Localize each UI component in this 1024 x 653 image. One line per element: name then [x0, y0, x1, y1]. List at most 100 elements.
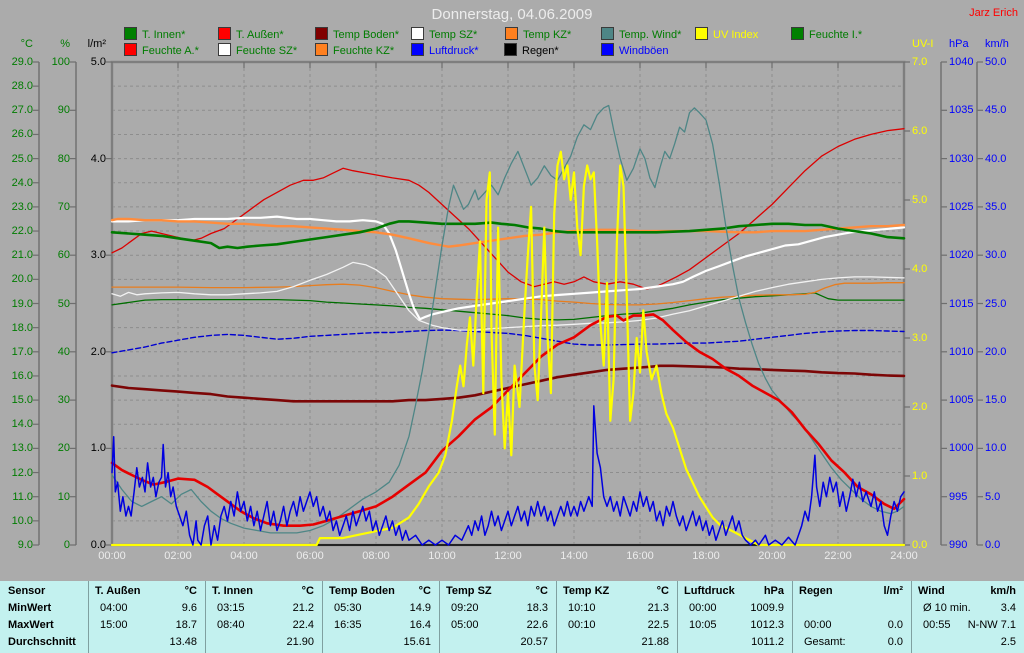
axis-tick-label-percent: 70: [57, 200, 70, 213]
table-col-unit: l/m²: [883, 585, 903, 597]
axis-tick-label-celsius: 27.0: [11, 104, 33, 117]
axis-tick-label-celsius: 20.0: [11, 273, 33, 286]
x-tick-label: 00:00: [98, 550, 126, 562]
axis-tick-label-hpa: 990: [949, 539, 968, 551]
axis-tick-label-percent: 80: [57, 152, 70, 165]
table-cell-value: 3.4: [1000, 602, 1016, 614]
x-tick-label: 20:00: [758, 550, 786, 562]
axis-tick-label-lm2: 3.0: [90, 249, 106, 262]
axis-tick-label-lm2: 1.0: [90, 442, 106, 455]
table-cell-value: 21.3: [647, 602, 669, 614]
axis-tick-label-celsius: 22.0: [11, 225, 33, 238]
axis-tick-label-hpa: 1015: [949, 297, 974, 310]
axis-tick-label-celsius: 14.0: [11, 418, 33, 431]
axis-tick-label-celsius: 12.0: [11, 466, 33, 479]
axis-tick-label-uv: 6.0: [912, 125, 928, 137]
axis-header-percent: %: [60, 38, 70, 50]
table-col-unit: km/h: [990, 585, 1016, 597]
axis-tick-label-celsius: 13.0: [11, 442, 33, 455]
axis-tick-label-uv: 3.0: [912, 332, 928, 344]
chart-plot: [33, 60, 983, 547]
axis-tick-label-celsius: 15.0: [11, 394, 33, 407]
table-col-unit: °C: [301, 585, 314, 597]
axis-tick-label-kmh: 0.0: [985, 539, 1001, 551]
axis-tick-label-hpa: 1010: [949, 345, 974, 358]
axis-tick-label-celsius: 21.0: [11, 249, 33, 262]
series-temp_wind: [111, 104, 905, 534]
table-cell-value: 2.5: [1000, 636, 1016, 648]
axis-tick-label-kmh: 45.0: [985, 104, 1007, 117]
axis-tick-label-hpa: 1040: [949, 56, 974, 68]
table-cell-value: 21.88: [641, 636, 669, 648]
table-cell-value: 22.6: [526, 619, 548, 631]
axis-tick-label-uv: 1.0: [912, 470, 928, 482]
axis-tick-label-kmh: 10.0: [985, 442, 1007, 455]
table-cell-value: 22.5: [647, 619, 669, 631]
axis-tick-label-celsius: 25.0: [11, 152, 33, 165]
axis-tick-label-celsius: 23.0: [11, 200, 33, 213]
table-cell-value: 18.3: [526, 602, 548, 614]
axis-tick-label-hpa: 1005: [949, 394, 974, 407]
table-cell-value: 18.7: [175, 619, 197, 631]
table-cell-value: 14.9: [409, 602, 431, 614]
axis-tick-label-hpa: 1020: [949, 249, 974, 262]
x-tick-label: 12:00: [494, 550, 522, 562]
axis-tick-label-hpa: 1025: [949, 200, 974, 213]
table-cell-value: 21.2: [292, 602, 314, 614]
axis-tick-label-percent: 40: [57, 345, 70, 358]
axis-header-celsius: °C: [20, 38, 33, 50]
axis-tick-label-percent: 60: [57, 249, 70, 262]
x-tick-label: 04:00: [230, 550, 258, 562]
axis-tick-label-celsius: 11.0: [12, 490, 33, 503]
axis-tick-label-kmh: 20.0: [985, 345, 1007, 358]
table-cell-value: 0.0: [887, 619, 903, 631]
x-tick-label: 16:00: [626, 550, 654, 562]
axis-tick-label-kmh: 25.0: [985, 297, 1007, 310]
axis-header-kmh: km/h: [985, 38, 1009, 50]
axis-tick-label-lm2: 4.0: [90, 152, 106, 165]
axis-tick-label-celsius: 29.0: [11, 56, 33, 68]
axis-header-uv: UV-I: [912, 38, 934, 50]
table-cell-value: 21.90: [286, 636, 314, 648]
table-col-unit: °C: [184, 585, 197, 597]
axis-tick-label-celsius: 9.0: [17, 539, 33, 551]
series-uv_index: [110, 150, 906, 547]
table-cell-value: 15.61: [403, 636, 431, 648]
table-cell-value: 13.48: [169, 636, 197, 648]
axis-tick-label-celsius: 19.0: [11, 297, 33, 310]
axis-tick-label-uv: 7.0: [912, 56, 928, 68]
x-tick-label: 10:00: [428, 550, 456, 562]
table-row-label: Durchschnitt: [8, 636, 76, 648]
axis-tick-label-celsius: 26.0: [11, 128, 33, 141]
axis-tick-label-uv: 5.0: [912, 194, 928, 206]
table-cell-value: 9.6: [181, 602, 197, 614]
axis-tick-label-uv: 2.0: [912, 401, 928, 413]
axis-tick-label-lm2: 2.0: [90, 345, 106, 358]
axis-tick-label-hpa: 1000: [949, 442, 974, 455]
x-tick-label: 06:00: [296, 550, 324, 562]
axis-tick-label-percent: 10: [57, 490, 70, 503]
table-cell-value: 22.4: [292, 619, 314, 631]
axis-tick-label-percent: 30: [57, 394, 70, 407]
axis-tick-label-kmh: 30.0: [985, 249, 1007, 262]
table-row-label: MaxWert: [8, 619, 54, 631]
table-cell-value: 1011.2: [751, 636, 784, 648]
x-tick-label: 24:00: [890, 550, 918, 562]
axis-tick-label-celsius: 17.0: [11, 345, 33, 358]
table-col-unit: °C: [418, 585, 431, 597]
axis-tick-label-kmh: 15.0: [985, 394, 1007, 407]
axis-tick-label-kmh: 40.0: [985, 152, 1007, 165]
axis-header-hpa: hPa: [949, 38, 969, 50]
axis-tick-label-percent: 50: [57, 297, 70, 310]
axis-tick-label-kmh: 5.0: [985, 490, 1001, 503]
axis-tick-label-celsius: 16.0: [11, 369, 33, 382]
table-cell-value: 1012.3: [750, 619, 784, 631]
x-tick-label: 22:00: [824, 550, 852, 562]
x-tick-label: 08:00: [362, 550, 390, 562]
axis-tick-label-percent: 0: [63, 539, 70, 551]
table-cell-value: 20.57: [520, 636, 548, 648]
table-cell-value: 16.4: [409, 619, 431, 631]
weather-app-window: Donnerstag, 04.06.2009 Jarz Erich T. Inn…: [0, 0, 1024, 653]
table-cell-value: N-NW 7.1: [967, 619, 1016, 631]
axis-tick-label-celsius: 28.0: [11, 80, 33, 93]
